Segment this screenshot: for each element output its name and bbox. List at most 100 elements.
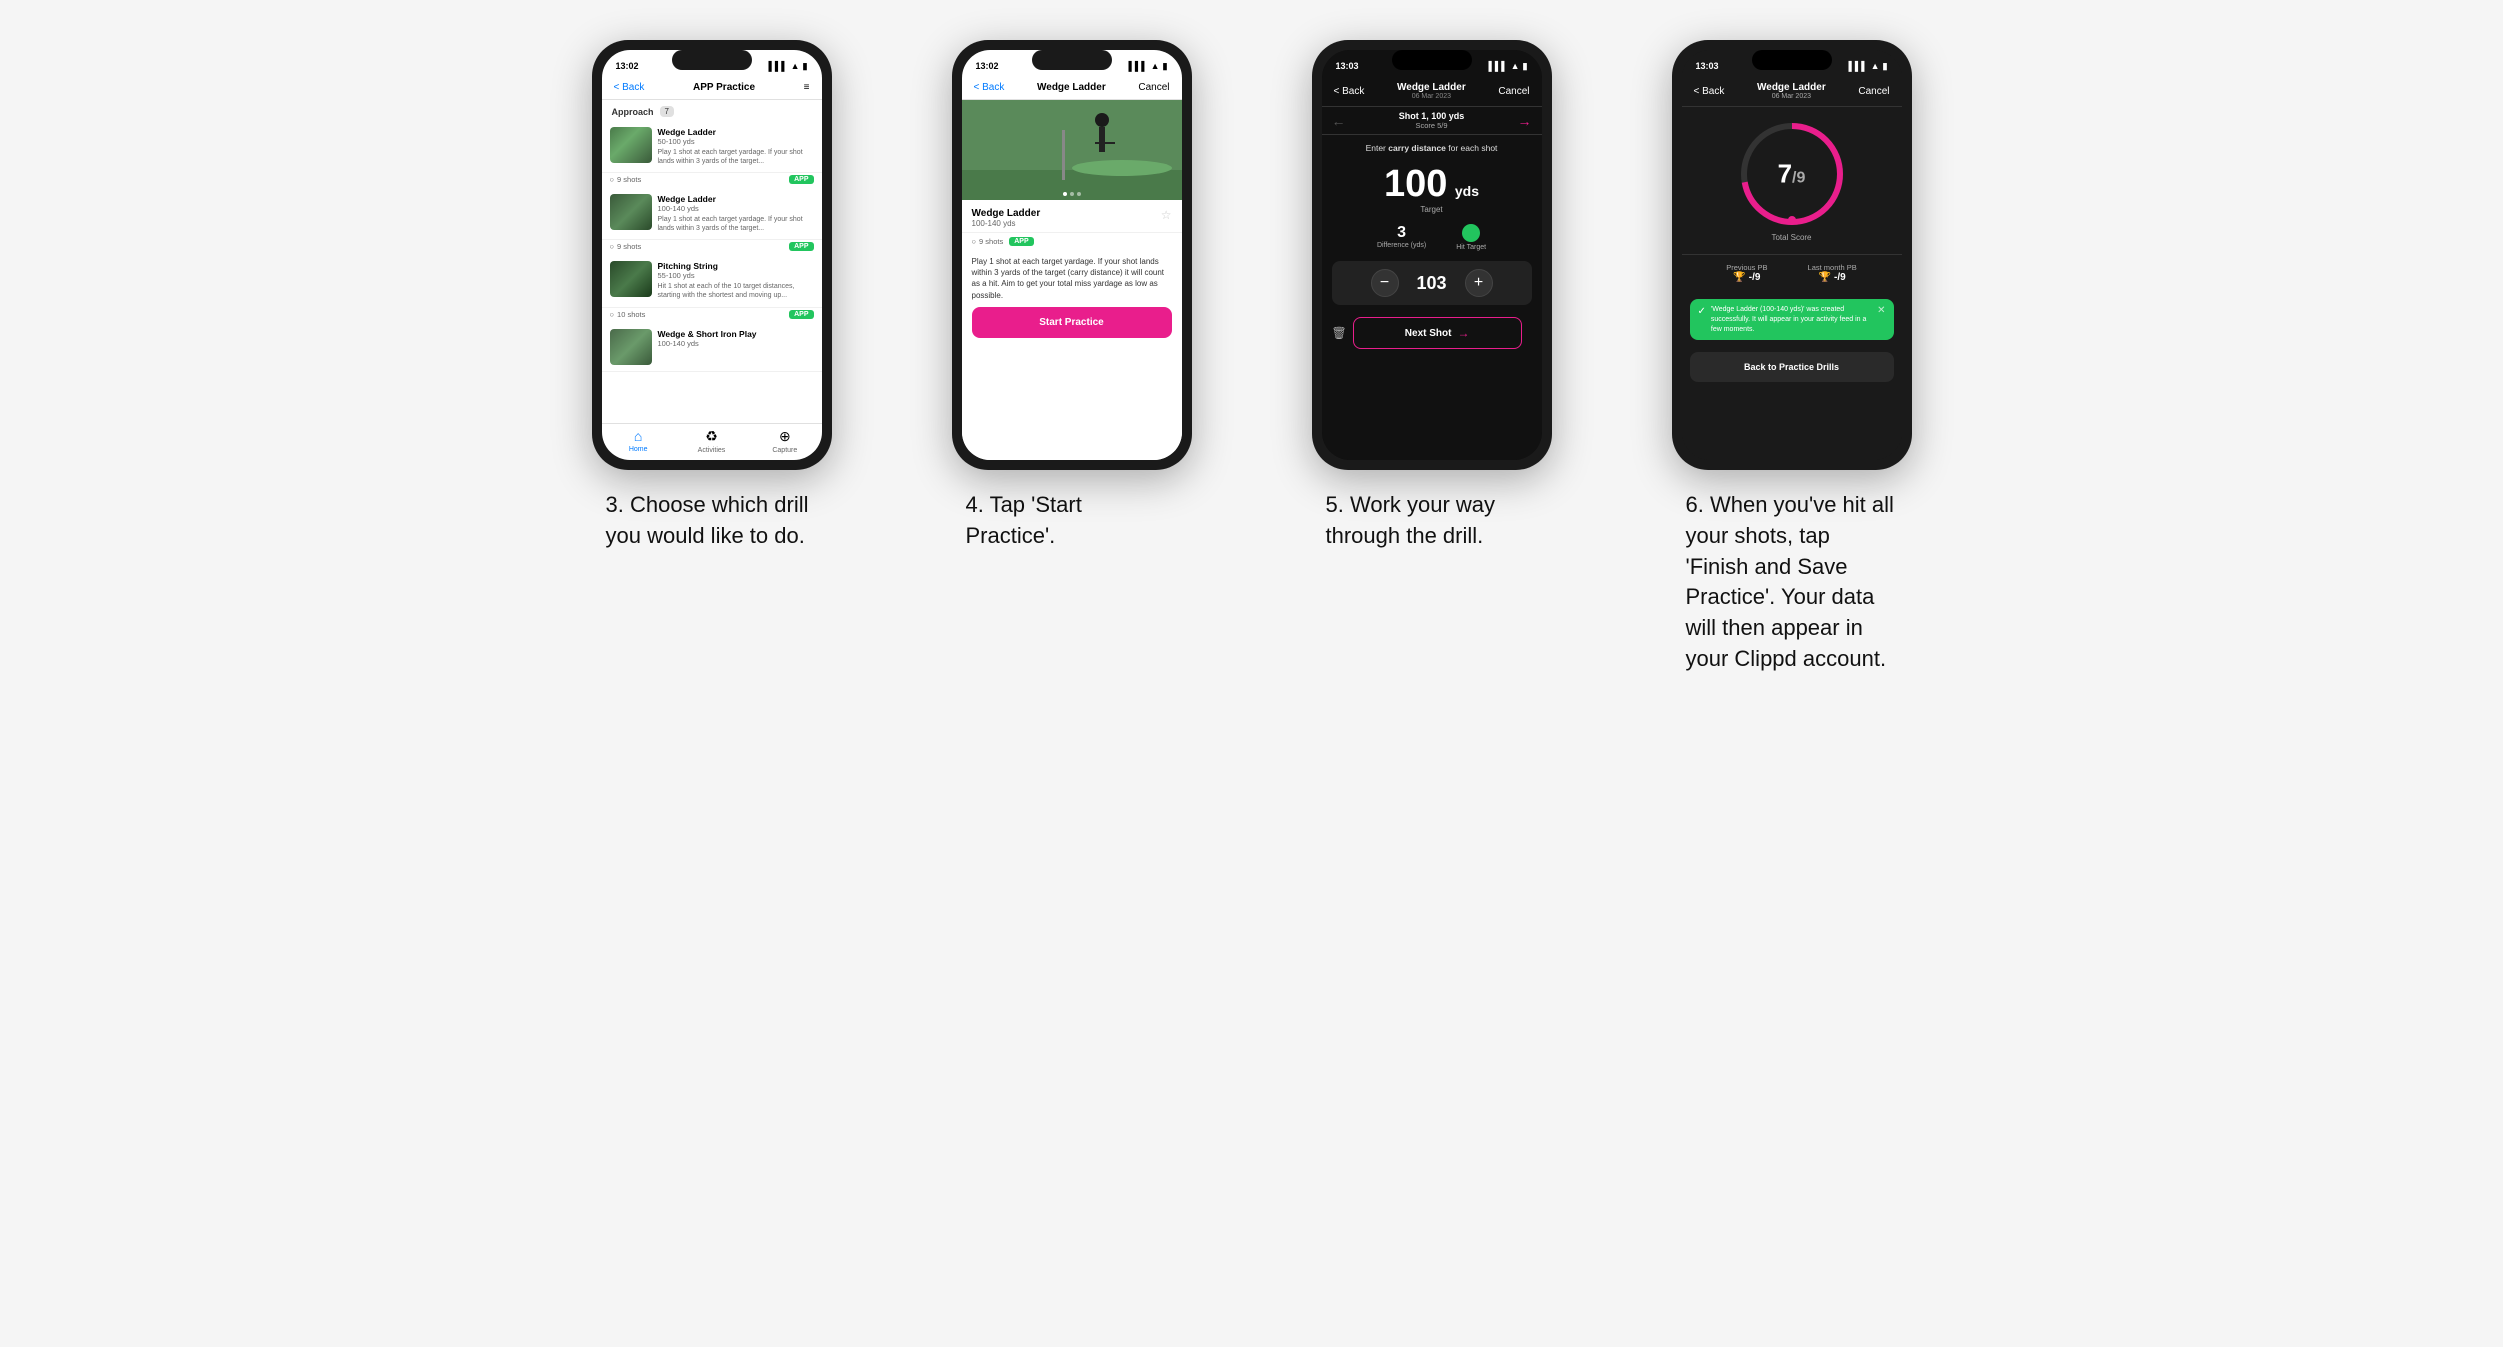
toast-text: 'Wedge Ladder (100-140 yds)' was created…: [1711, 305, 1872, 334]
phone-inner-1: 13:02 ▌▌▌ ▲ ▮ < Back APP Practice ≡ Appr…: [602, 50, 822, 460]
status-icons-3: ▌▌▌ ▲ ▮: [1488, 61, 1527, 72]
prev-shot-arrow[interactable]: ←: [1332, 113, 1346, 129]
cancel-button-4[interactable]: Cancel: [1858, 86, 1889, 97]
app-badge-2: APP: [789, 242, 813, 251]
caption-3: 5. Work your way through the drill.: [1322, 490, 1542, 552]
drill-info-2: Wedge Ladder 100-140 yds Play 1 shot at …: [658, 194, 814, 233]
drill-item-1[interactable]: Wedge Ladder 50-100 yds Play 1 shot at e…: [602, 121, 822, 173]
target-unit: yds: [1455, 183, 1479, 199]
drill-yds-1: 50-100 yds: [658, 137, 814, 146]
last-month-pb-label: Last month PB: [1808, 263, 1857, 272]
drill-shots-label: ○ 9 shots: [972, 237, 1004, 246]
battery-icon-1: ▮: [803, 61, 808, 72]
bottom-nav-home[interactable]: ⌂ Home: [602, 428, 675, 454]
nav-title-3: Wedge Ladder: [1397, 82, 1466, 93]
shots-label-3: ○ 10 shots: [610, 310, 646, 319]
increment-button[interactable]: +: [1465, 269, 1493, 297]
app-badge-1: APP: [789, 175, 813, 184]
back-button-1[interactable]: < Back: [614, 82, 645, 93]
next-shot-button[interactable]: Next Shot →: [1353, 317, 1522, 349]
phone-notch-3: [1392, 50, 1472, 70]
signal-icon-1: ▌▌▌: [768, 61, 787, 71]
shots-label-2: ○ 9 shots: [610, 242, 642, 251]
shot-subtitle: Score 5/9: [1399, 121, 1465, 130]
previous-pb-label: Previous PB: [1726, 263, 1767, 272]
back-button-4[interactable]: < Back: [1694, 86, 1725, 97]
nav-title-4: Wedge Ladder: [1757, 82, 1826, 93]
nav-title-2: Wedge Ladder: [1037, 82, 1106, 93]
decrement-button[interactable]: −: [1371, 269, 1399, 297]
bookmark-icon[interactable]: ☆: [1161, 208, 1172, 222]
cancel-button-2[interactable]: Cancel: [1138, 82, 1169, 93]
shot-stats: 3 Difference (yds) Hit Target: [1322, 218, 1542, 257]
hit-target-label: Hit Target: [1456, 244, 1486, 251]
hero-dots: [1063, 192, 1081, 196]
drill-name-1: Wedge Ladder: [658, 127, 814, 137]
signal-icon-4: ▌▌▌: [1848, 61, 1867, 71]
battery-icon-3: ▮: [1523, 61, 1528, 72]
phone-frame-4: 13:03 ▌▌▌ ▲ ▮ < Back Wedge Ladder 06 Mar…: [1672, 40, 1912, 470]
drill-footer-2: ○ 9 shots APP: [602, 240, 822, 255]
drill-item-2[interactable]: Wedge Ladder 100-140 yds Play 1 shot at …: [602, 188, 822, 240]
shot-nav: ← Shot 1, 100 yds Score 5/9 →: [1322, 107, 1542, 135]
back-button-3[interactable]: < Back: [1334, 86, 1365, 97]
drill-thumb-2: [610, 194, 652, 230]
back-to-drills-button[interactable]: Back to Practice Drills: [1690, 352, 1894, 382]
trophy-icon-1: 🏆: [1733, 272, 1745, 283]
caption-1: 3. Choose which drill you would like to …: [602, 490, 822, 552]
wifi-icon-1: ▲: [791, 61, 800, 71]
caption-4: 6. When you've hit all your shots, tap '…: [1682, 490, 1902, 675]
drill-item-3[interactable]: Pitching String 55-100 yds Hit 1 shot at…: [602, 255, 822, 307]
hero-dot-1: [1063, 192, 1067, 196]
phone-section-1: 13:02 ▌▌▌ ▲ ▮ < Back APP Practice ≡ Appr…: [552, 40, 872, 552]
nav-action-1[interactable]: ≡: [804, 82, 810, 93]
status-icons-2: ▌▌▌ ▲ ▮: [1128, 61, 1167, 72]
phone-inner-2: 13:02 ▌▌▌ ▲ ▮ < Back Wedge Ladder Cancel: [962, 50, 1182, 460]
score-circle: 7/9: [1737, 119, 1847, 229]
hit-target-stat: Hit Target: [1456, 224, 1486, 251]
drill-detail-title: Wedge Ladder: [972, 208, 1041, 219]
input-row: − 103 +: [1332, 261, 1532, 305]
phone-frame-1: 13:02 ▌▌▌ ▲ ▮ < Back APP Practice ≡ Appr…: [592, 40, 832, 470]
delete-shot-icon[interactable]: 🗑: [1332, 326, 1347, 340]
nav-bar-2: < Back Wedge Ladder Cancel: [962, 78, 1182, 100]
drill-footer-1: ○ 9 shots APP: [602, 173, 822, 188]
nav-title-1: APP Practice: [693, 82, 755, 93]
shot-title: Shot 1, 100 yds: [1399, 111, 1465, 121]
pb-row: Previous PB 🏆 -/9 Last month PB 🏆 -/9: [1682, 254, 1902, 291]
status-time-1: 13:02: [616, 61, 639, 71]
drill-yds-4: 100-140 yds: [658, 339, 814, 348]
toast-close-icon[interactable]: ✕: [1877, 305, 1885, 316]
score-text: 7/9: [1778, 161, 1806, 188]
back-button-2[interactable]: < Back: [974, 82, 1005, 93]
bottom-nav-activities[interactable]: ♻ Activities: [675, 428, 748, 454]
start-practice-button[interactable]: Start Practice: [972, 307, 1172, 338]
wifi-icon-2: ▲: [1151, 61, 1160, 71]
drill-app-badge: APP: [1009, 237, 1033, 246]
nav-bar-3: < Back Wedge Ladder 06 Mar 2023 Cancel: [1322, 78, 1542, 107]
caption-2: 4. Tap 'Start Practice'.: [962, 490, 1182, 552]
screen1-content: Approach 7 Wedge Ladder 50-100 yds Play …: [602, 100, 822, 423]
score-circle-container: 7/9 Total Score: [1682, 107, 1902, 254]
status-icons-1: ▌▌▌ ▲ ▮: [768, 61, 807, 72]
last-month-pb-value: 🏆 -/9: [1808, 272, 1857, 283]
drill-info-1: Wedge Ladder 50-100 yds Play 1 shot at e…: [658, 127, 814, 166]
signal-icon-3: ▌▌▌: [1488, 61, 1507, 71]
drill-detail-header: Wedge Ladder 100-140 yds ☆: [962, 200, 1182, 233]
hero-dot-3: [1077, 192, 1081, 196]
success-icon: ✓: [1698, 306, 1706, 317]
drill-footer-3: ○ 10 shots APP: [602, 308, 822, 323]
drill-info-3: Pitching String 55-100 yds Hit 1 shot at…: [658, 261, 814, 300]
drill-desc-1: Play 1 shot at each target yardage. If y…: [658, 148, 814, 166]
phone-notch-4: [1752, 50, 1832, 70]
nav-bar-4: < Back Wedge Ladder 06 Mar 2023 Cancel: [1682, 78, 1902, 107]
next-shot-arrow[interactable]: →: [1518, 113, 1532, 129]
last-month-pb: Last month PB 🏆 -/9: [1808, 263, 1857, 283]
drill-thumb-3: [610, 261, 652, 297]
drill-item-4[interactable]: Wedge & Short Iron Play 100-140 yds: [602, 323, 822, 372]
screen3-content: ← Shot 1, 100 yds Score 5/9 → Enter carr…: [1322, 107, 1542, 460]
bottom-nav-capture[interactable]: ⊕ Capture: [748, 428, 821, 454]
previous-pb-value: 🏆 -/9: [1726, 272, 1767, 283]
cancel-button-3[interactable]: Cancel: [1498, 86, 1529, 97]
wifi-icon-3: ▲: [1511, 61, 1520, 71]
